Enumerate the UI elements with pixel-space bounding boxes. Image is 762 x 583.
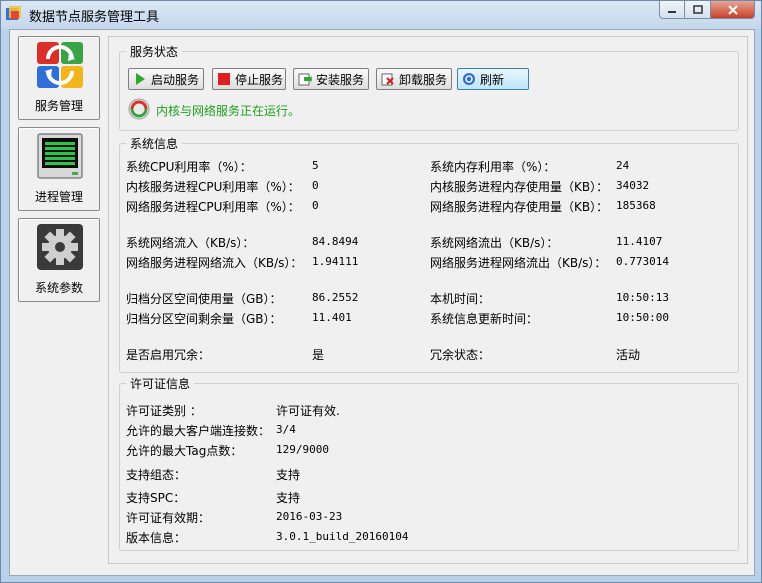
play-icon	[133, 72, 147, 86]
max-clients-value: 3/4	[276, 423, 296, 436]
archive-free-value: 11.401	[312, 311, 352, 324]
config-support-label: 支持组态：	[126, 468, 187, 482]
gear-icon	[36, 223, 84, 271]
group-caption: 许可证信息	[126, 375, 195, 392]
net-in-value: 84.8494	[312, 235, 359, 248]
redundancy-state-value: 活动	[616, 348, 641, 362]
client-area: 服务管理 进程管理 系统参数 服务状态 启动服务 停止服务 安装服务 卸载服务 …	[9, 29, 755, 576]
title-bar[interactable]: 数据节点服务管理工具	[1, 1, 761, 29]
nav-label: 进程管理	[34, 190, 83, 204]
main-panel: 服务状态 启动服务 停止服务 安装服务 卸载服务 刷新 内核与网络服务正在运行。…	[108, 36, 748, 564]
proc-out-value: 0.773014	[616, 255, 669, 268]
redundancy-label: 是否启用冗余：	[126, 348, 211, 362]
update-time-label: 系统信息更新时间：	[430, 312, 539, 326]
group-caption: 系统信息	[126, 135, 183, 152]
status-icon	[128, 98, 150, 123]
kernel-cpu-value: 0	[312, 179, 319, 192]
stop-icon	[217, 72, 231, 86]
kernel-mem-label: 内核服务进程内存使用量（KB）：	[430, 180, 609, 194]
minimize-icon	[668, 10, 676, 13]
service-status: 内核与网络服务正在运行。	[128, 98, 300, 123]
system-info-group: 系统信息 系统CPU利用率（%）： 5 系统内存利用率（%）： 24 内核服务进…	[119, 135, 739, 373]
archive-free-label: 归档分区空间剩余量（GB）：	[126, 312, 282, 326]
update-time-value: 10:50:00	[616, 311, 669, 324]
archive-used-label: 归档分区空间使用量（GB）：	[126, 292, 282, 306]
redundancy-state-label: 冗余状态：	[430, 348, 491, 362]
proc-in-value: 1.94111	[312, 255, 359, 268]
kernel-cpu-label: 内核服务进程CPU利用率（%）：	[126, 180, 300, 194]
license-expiry-value: 2016-03-23	[276, 510, 343, 523]
service-management-icon	[36, 41, 84, 89]
close-button[interactable]	[711, 1, 755, 19]
net-in-label: 系统网络流入（KB/s）：	[126, 236, 255, 250]
max-tags-value: 129/9000	[276, 443, 329, 456]
monitor-icon	[36, 132, 84, 180]
maximize-button[interactable]	[685, 1, 711, 19]
nav-system-parameters[interactable]: 系统参数	[18, 218, 100, 302]
config-support-value: 支持	[276, 468, 301, 482]
nav-process-management[interactable]: 进程管理	[18, 127, 100, 211]
kernel-mem-value: 34032	[616, 179, 650, 192]
mem-value: 24	[616, 159, 630, 172]
install-service-button[interactable]: 安装服务	[293, 68, 369, 90]
license-expiry-label: 许可证有效期：	[126, 511, 211, 525]
net-mem-label: 网络服务进程内存使用量（KB）：	[430, 200, 609, 214]
archive-used-value: 86.2552	[312, 291, 359, 304]
proc-out-label: 网络服务进程网络流出（KB/s）：	[430, 256, 607, 270]
uninstall-service-button[interactable]: 卸载服务	[376, 68, 452, 90]
license-type-value: 许可证有效.	[276, 404, 340, 418]
window-controls	[659, 1, 755, 19]
local-time-value: 10:50:13	[616, 291, 669, 304]
minimize-button[interactable]	[659, 1, 685, 19]
window-title: 数据节点服务管理工具	[29, 10, 160, 25]
max-clients-label: 允许的最大客户端连接数：	[126, 424, 271, 438]
version-value: 3.0.1_build_20160104	[276, 530, 409, 543]
install-icon	[298, 72, 312, 86]
cpu-label: 系统CPU利用率（%）：	[126, 160, 252, 174]
version-label: 版本信息：	[126, 531, 187, 545]
local-time-label: 本机时间：	[430, 292, 491, 306]
net-cpu-value: 0	[312, 199, 319, 212]
refresh-button[interactable]: 刷新	[457, 68, 529, 90]
status-text: 内核与网络服务正在运行。	[156, 104, 301, 118]
max-tags-label: 允许的最大Tag点数：	[126, 444, 243, 458]
mem-label: 系统内存利用率（%）：	[430, 160, 556, 174]
license-type-label: 许可证类别 ：	[126, 404, 202, 418]
cpu-value: 5	[312, 159, 319, 172]
app-icon	[5, 5, 23, 23]
service-status-group: 服务状态 启动服务 停止服务 安装服务 卸载服务 刷新 内核与网络服务正在运行。	[119, 43, 739, 131]
net-out-value: 11.4107	[616, 235, 663, 248]
proc-in-label: 网络服务进程网络流入（KB/s）：	[126, 256, 303, 270]
refresh-icon	[462, 72, 476, 86]
net-out-label: 系统网络流出（KB/s）：	[430, 236, 559, 250]
license-info-group: 许可证信息 许可证类别 ： 许可证有效. 允许的最大客户端连接数： 3/4 允许…	[119, 375, 739, 551]
stop-service-button[interactable]: 停止服务	[212, 68, 286, 90]
start-service-button[interactable]: 启动服务	[128, 68, 204, 90]
app-window: 数据节点服务管理工具 服务管理 进程管理 系统参数 服务状态 启动服务 停止服务…	[0, 0, 762, 583]
spc-support-value: 支持	[276, 491, 301, 505]
close-icon	[727, 4, 738, 15]
net-mem-value: 185368	[616, 199, 656, 212]
spc-support-label: 支持SPC：	[126, 491, 186, 505]
group-caption: 服务状态	[126, 43, 183, 60]
nav-label: 系统参数	[34, 281, 83, 295]
redundancy-value: 是	[312, 348, 325, 362]
maximize-icon	[692, 4, 703, 14]
uninstall-icon	[381, 72, 395, 86]
net-cpu-label: 网络服务进程CPU利用率（%）：	[126, 200, 300, 214]
nav-service-management[interactable]: 服务管理	[18, 36, 100, 120]
nav-label: 服务管理	[34, 99, 83, 113]
